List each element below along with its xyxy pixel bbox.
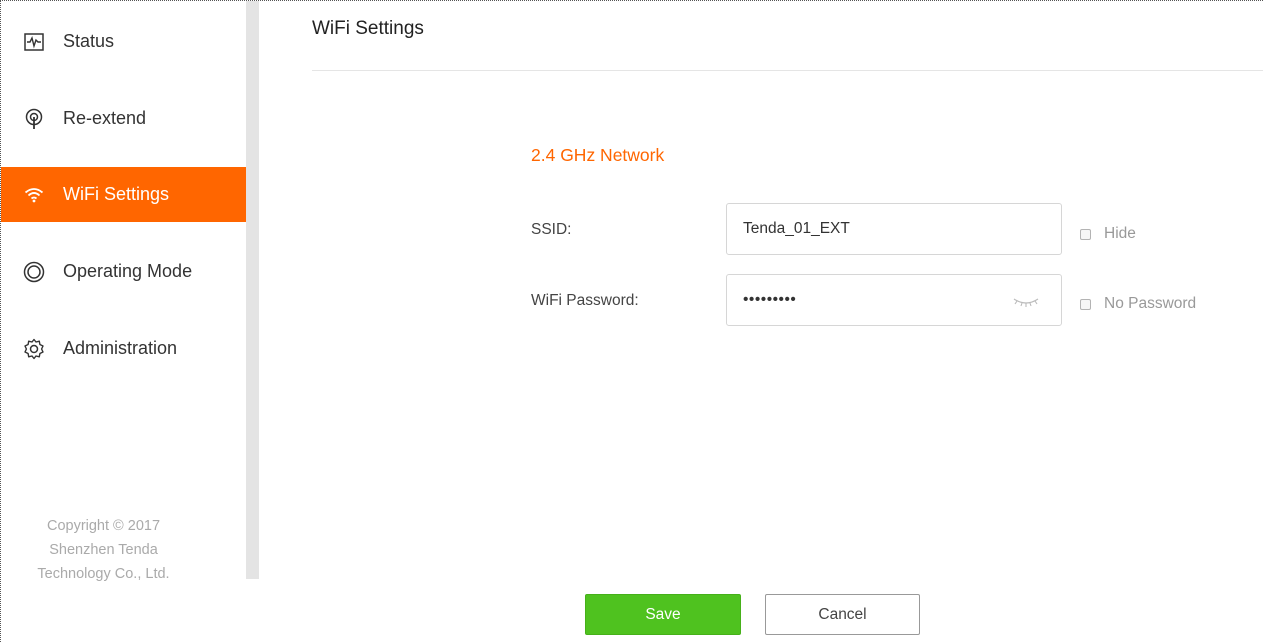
sidebar-item-administration[interactable]: Administration (1, 321, 246, 376)
sidebar-item-status[interactable]: Status (1, 14, 246, 69)
title-divider (312, 70, 1263, 71)
copyright-line: Technology Co., Ltd. (37, 566, 170, 582)
wifi-icon (23, 184, 45, 206)
sidebar-item-label: Administration (63, 338, 178, 358)
copyright-line: Shenzhen Tenda (49, 542, 158, 558)
copyright-text: Copyright © 2017 Shenzhen Tenda Technolo… (1, 514, 206, 586)
ssid-label: SSID: (531, 221, 572, 238)
ssid-input[interactable] (743, 204, 1013, 254)
sidebar-item-operating-mode[interactable]: Operating Mode (1, 244, 246, 299)
hide-label: Hide (1104, 225, 1136, 242)
sidebar-item-wifi-settings[interactable]: WiFi Settings (1, 167, 246, 222)
hide-ssid-option[interactable]: Hide (1080, 225, 1136, 243)
status-monitor-icon (23, 31, 45, 53)
no-password-option[interactable]: No Password (1080, 295, 1196, 313)
wifi-password-label: WiFi Password: (531, 292, 639, 309)
cancel-button[interactable]: Cancel (765, 594, 920, 635)
gear-icon (23, 338, 45, 360)
hide-checkbox[interactable] (1080, 228, 1091, 240)
eye-closed-icon[interactable] (1011, 293, 1041, 309)
re-extend-antenna-icon (23, 108, 45, 130)
sidebar-item-label: WiFi Settings (63, 184, 170, 204)
sidebar-item-label: Operating Mode (63, 261, 193, 281)
sidebar-item-label: Status (63, 31, 115, 51)
save-button[interactable]: Save (585, 594, 741, 635)
wifi-password-input[interactable] (743, 275, 1013, 325)
no-password-checkbox[interactable] (1080, 298, 1091, 310)
section-title: 2.4 GHz Network (531, 145, 665, 165)
wifi-password-field (726, 274, 1062, 326)
copyright-line: Copyright © 2017 (46, 518, 161, 534)
sidebar-item-label: Re-extend (63, 108, 147, 128)
ssid-field (726, 203, 1062, 255)
sidebar: Status Re-extend WiFi Settings Operating… (1, 1, 246, 582)
sidebar-scrollbar[interactable] (246, 1, 259, 579)
sidebar-item-re-extend[interactable]: Re-extend (1, 91, 246, 146)
operating-mode-icon (23, 261, 45, 283)
page-title: WiFi Settings (312, 18, 424, 39)
no-password-label: No Password (1104, 295, 1197, 312)
